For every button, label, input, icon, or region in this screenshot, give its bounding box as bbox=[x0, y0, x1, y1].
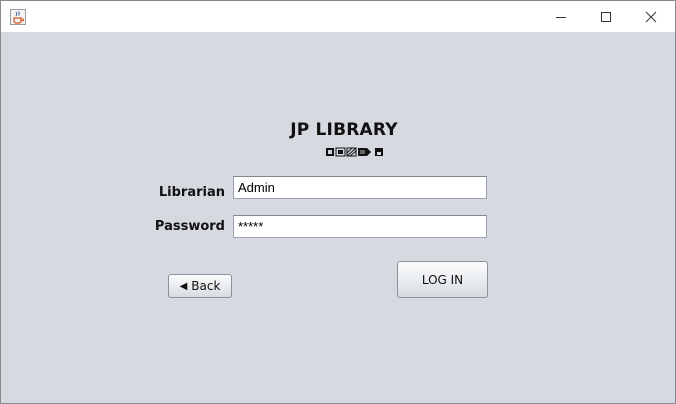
close-icon bbox=[645, 11, 656, 22]
librarian-field[interactable] bbox=[233, 176, 487, 199]
librarian-label: Librarian bbox=[158, 185, 225, 200]
app-title: JP LIBRARY bbox=[290, 120, 398, 140]
close-button[interactable] bbox=[628, 1, 673, 32]
minimize-button[interactable] bbox=[538, 1, 583, 32]
back-button-label: Back bbox=[191, 279, 221, 293]
back-arrow-icon: ◀ bbox=[179, 280, 188, 292]
login-button[interactable]: LOG IN bbox=[397, 261, 488, 298]
login-panel: JP LIBRARY Librarian Password ◀ Back LOG… bbox=[1, 32, 675, 403]
minimize-icon bbox=[555, 16, 566, 18]
login-button-label: LOG IN bbox=[421, 272, 464, 287]
maximize-button[interactable] bbox=[583, 1, 628, 32]
password-field[interactable] bbox=[233, 215, 487, 238]
login-window: JP LIBRARY Librarian Password ◀ Back LOG… bbox=[0, 0, 676, 404]
java-cup-icon bbox=[10, 9, 26, 25]
password-label: Password bbox=[154, 219, 225, 234]
title-bar[interactable] bbox=[1, 1, 675, 32]
back-button[interactable]: ◀ Back bbox=[168, 274, 232, 298]
logo-glyphs-icon bbox=[326, 147, 383, 157]
maximize-icon bbox=[600, 11, 611, 22]
